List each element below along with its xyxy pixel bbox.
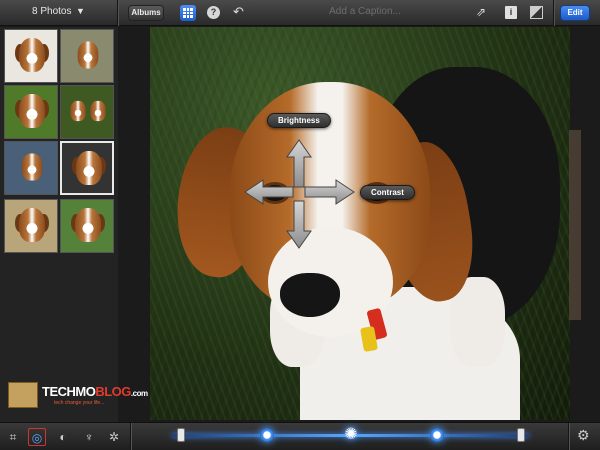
thumbnail-8[interactable] xyxy=(60,199,114,253)
gear-icon[interactable]: ⚙ xyxy=(577,427,590,444)
gesture-arrows-icon xyxy=(244,139,355,249)
thumbnail-2[interactable] xyxy=(60,29,114,83)
undo-icon[interactable]: ↶ xyxy=(233,4,244,20)
sun-icon[interactable]: ✺ xyxy=(341,425,361,445)
brushes-icon[interactable]: ♆ xyxy=(80,428,98,446)
exposure-icon[interactable]: ◎ xyxy=(28,428,46,446)
toolbar-divider xyxy=(568,423,569,450)
effects-icon[interactable]: ✲ xyxy=(105,428,123,446)
thumbnail-sidebar xyxy=(0,27,118,422)
help-icon[interactable]: ? xyxy=(207,6,220,19)
scroll-indicator[interactable] xyxy=(569,130,581,320)
top-toolbar: 8 Photos ▼ Albums ? ↶ Add a Caption... ⇗… xyxy=(0,0,600,26)
chevron-down-icon[interactable]: ▼ xyxy=(76,6,85,16)
brightness-label: Brightness xyxy=(267,113,331,128)
box-icon xyxy=(8,382,38,408)
toolbar-divider xyxy=(130,423,131,450)
crop-icon[interactable]: ⌗ xyxy=(4,428,22,446)
thumbnail-4[interactable] xyxy=(60,85,114,139)
toolbar-divider xyxy=(553,0,554,26)
palette-icon[interactable]: ◐ xyxy=(54,428,72,446)
thumbnail-3[interactable] xyxy=(4,85,58,139)
grid-icon[interactable] xyxy=(180,5,196,21)
compare-icon[interactable] xyxy=(530,6,543,19)
thumbnail-1[interactable] xyxy=(4,29,58,83)
contrast-label: Contrast xyxy=(360,185,415,200)
watermark-logo: TECHMOBLOG.com tech change your life... xyxy=(8,378,148,418)
edit-button[interactable]: Edit xyxy=(560,5,590,21)
toolbar-divider xyxy=(117,0,118,26)
thumbnail-7[interactable] xyxy=(4,199,58,253)
main-photo[interactable] xyxy=(150,27,570,420)
shadows-slider-handle[interactable] xyxy=(177,428,185,442)
photos-count-label[interactable]: 8 Photos xyxy=(32,6,71,17)
thumbnail-5[interactable] xyxy=(4,141,58,195)
brightness-slider-knob[interactable] xyxy=(260,428,274,442)
highlights-slider-handle[interactable] xyxy=(517,428,525,442)
thumbnail-6[interactable] xyxy=(60,141,114,195)
contrast-slider-knob[interactable] xyxy=(430,428,444,442)
albums-button[interactable]: Albums xyxy=(128,5,164,21)
watermark-tagline: tech change your life... xyxy=(54,400,105,406)
share-icon[interactable]: ⇗ xyxy=(476,5,486,19)
caption-field[interactable]: Add a Caption... xyxy=(300,6,430,17)
info-icon[interactable]: i xyxy=(505,6,517,19)
watermark-text: TECHMOBLOG.com xyxy=(42,384,148,399)
